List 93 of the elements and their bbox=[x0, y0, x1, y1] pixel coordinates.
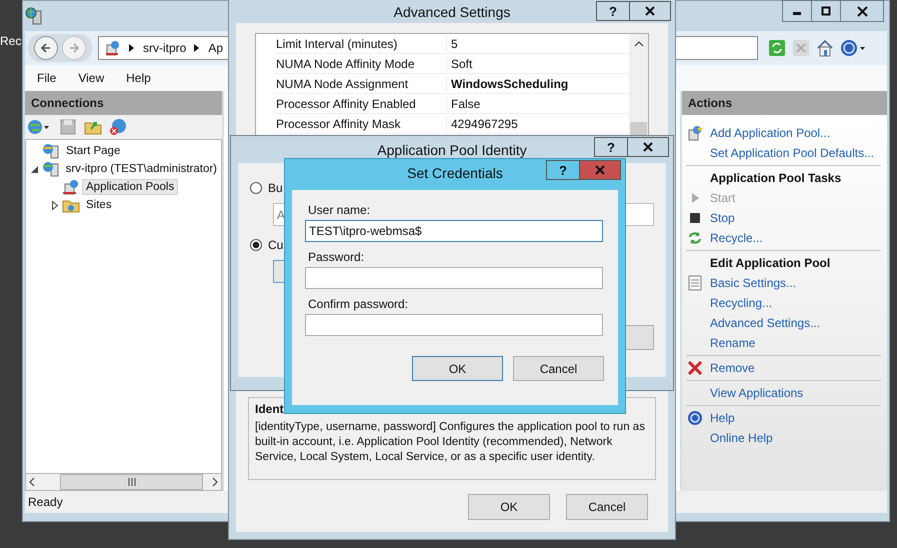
action-link[interactable]: Recycle... bbox=[710, 231, 763, 245]
description-title: Ident bbox=[255, 402, 285, 416]
field-label: User name: bbox=[307, 203, 372, 217]
window-title: Set Credentials bbox=[407, 164, 503, 180]
remove-icon bbox=[688, 361, 702, 375]
back-button[interactable] bbox=[34, 36, 58, 60]
radio-button[interactable] bbox=[250, 239, 262, 251]
close-icon bbox=[595, 165, 605, 175]
property-value[interactable]: WindowsScheduling bbox=[447, 76, 568, 90]
add-pool-icon bbox=[687, 125, 703, 141]
breadcrumb-arrow-icon bbox=[129, 44, 135, 52]
help-button[interactable]: ? bbox=[546, 160, 580, 180]
input-field[interactable]: TEST\itpro-webmsa$ bbox=[305, 220, 603, 242]
action-link[interactable]: Set Application Pool Defaults... bbox=[710, 146, 874, 160]
ok-button[interactable]: OK bbox=[412, 356, 503, 381]
action-link[interactable]: Advanced Settings... bbox=[710, 316, 820, 330]
grip-icon bbox=[128, 478, 136, 486]
tree-item[interactable]: Start Page bbox=[62, 143, 124, 159]
field-label: Password: bbox=[307, 250, 366, 264]
desktop-icon-label: Rec bbox=[0, 34, 22, 48]
horizontal-scrollbar[interactable] bbox=[25, 474, 222, 491]
close-icon bbox=[645, 6, 655, 16]
settings-sheet-icon bbox=[688, 275, 702, 291]
server-globe-icon bbox=[42, 161, 60, 177]
window-title: Advanced Settings bbox=[394, 4, 510, 20]
menu-item[interactable]: Help bbox=[126, 71, 151, 85]
action-link[interactable]: Online Help bbox=[710, 431, 773, 445]
server-globe-icon bbox=[42, 143, 60, 159]
disconnect-globe-icon[interactable] bbox=[109, 118, 129, 136]
ok-button[interactable]: OK bbox=[468, 494, 550, 520]
action-link[interactable]: Rename bbox=[710, 336, 756, 350]
tree-item[interactable]: Application Pools bbox=[82, 179, 178, 195]
input-field[interactable] bbox=[305, 267, 603, 289]
field-label: Confirm password: bbox=[307, 297, 410, 311]
action-link[interactable]: Basic Settings... bbox=[710, 276, 796, 290]
collapsed-triangle-icon[interactable] bbox=[52, 200, 58, 210]
property-name[interactable]: Processor Affinity Enabled bbox=[274, 96, 447, 110]
radio-label[interactable]: Cu bbox=[268, 238, 284, 252]
menu-item[interactable]: File bbox=[37, 71, 56, 85]
section-heading: Edit Application Pool bbox=[710, 256, 830, 270]
breadcrumb[interactable]: Ap bbox=[208, 41, 224, 55]
pool-icon bbox=[62, 179, 80, 195]
tree-item[interactable]: Sites bbox=[82, 197, 116, 213]
help-button[interactable]: ? bbox=[596, 1, 630, 21]
property-name[interactable]: NUMA Node Assignment bbox=[274, 76, 447, 90]
maximize-button[interactable] bbox=[811, 0, 841, 22]
section-heading: Application Pool Tasks bbox=[710, 171, 842, 185]
window-title: Application Pool Identity bbox=[377, 142, 527, 158]
server-globe-icon bbox=[25, 7, 43, 25]
pane-header: Connections bbox=[25, 91, 222, 115]
close-icon bbox=[856, 6, 868, 16]
close-button[interactable] bbox=[629, 1, 671, 21]
close-button[interactable] bbox=[840, 0, 884, 22]
description-text: [identityType, username, password] Configures the application pool to run as built-in account, i.e. Application Pool Identity (recommended), Network Service, Local System, Local Service, or as a specific user identity. bbox=[255, 420, 646, 466]
refresh-icon[interactable] bbox=[768, 39, 786, 57]
pool-icon bbox=[105, 40, 121, 56]
property-name[interactable]: NUMA Node Affinity Mode bbox=[274, 56, 447, 70]
action-link[interactable]: Help bbox=[710, 411, 735, 425]
tree-item[interactable]: srv-itpro (TEST\administrator) bbox=[62, 161, 221, 177]
menu-item[interactable]: View bbox=[78, 71, 104, 85]
action-link[interactable]: Stop bbox=[710, 211, 735, 225]
maximize-icon bbox=[821, 6, 831, 16]
action-link[interactable]: View Applications bbox=[710, 386, 804, 400]
home-icon[interactable] bbox=[816, 39, 834, 57]
action-link[interactable]: Remove bbox=[710, 361, 755, 375]
pane-header: Actions bbox=[682, 91, 887, 115]
help-icon bbox=[687, 410, 703, 426]
play-icon bbox=[689, 192, 701, 204]
property-value[interactable]: Soft bbox=[447, 56, 472, 70]
minimize-button[interactable] bbox=[782, 0, 812, 22]
forward-arrow-icon bbox=[68, 42, 80, 54]
property-value[interactable]: 4294967295 bbox=[447, 116, 518, 130]
action-link[interactable]: Recycling... bbox=[710, 296, 772, 310]
property-name[interactable]: Limit Interval (minutes) bbox=[274, 36, 447, 50]
stop-square-icon bbox=[689, 212, 701, 224]
help-button[interactable]: ? bbox=[594, 137, 628, 157]
close-icon bbox=[643, 142, 653, 152]
property-value[interactable]: False bbox=[447, 96, 480, 110]
cancel-button[interactable]: Cancel bbox=[566, 494, 648, 520]
action-link[interactable]: Add Application Pool... bbox=[710, 126, 830, 140]
radio-label[interactable]: Bu bbox=[268, 181, 283, 195]
cancel-button[interactable]: Cancel bbox=[513, 356, 604, 381]
radio-button[interactable] bbox=[250, 182, 262, 194]
recycle-arrows-icon bbox=[688, 231, 702, 245]
help-icon[interactable] bbox=[840, 39, 866, 57]
input-field[interactable] bbox=[305, 314, 603, 336]
back-arrow-icon bbox=[40, 42, 52, 54]
breadcrumb[interactable]: srv-itpro bbox=[143, 41, 186, 55]
property-value[interactable]: 5 bbox=[447, 36, 458, 50]
close-button[interactable] bbox=[627, 137, 669, 157]
property-name[interactable]: Processor Affinity Mask bbox=[274, 116, 447, 130]
breadcrumb-arrow-icon bbox=[194, 44, 200, 52]
expanded-triangle-icon[interactable] bbox=[31, 166, 38, 172]
